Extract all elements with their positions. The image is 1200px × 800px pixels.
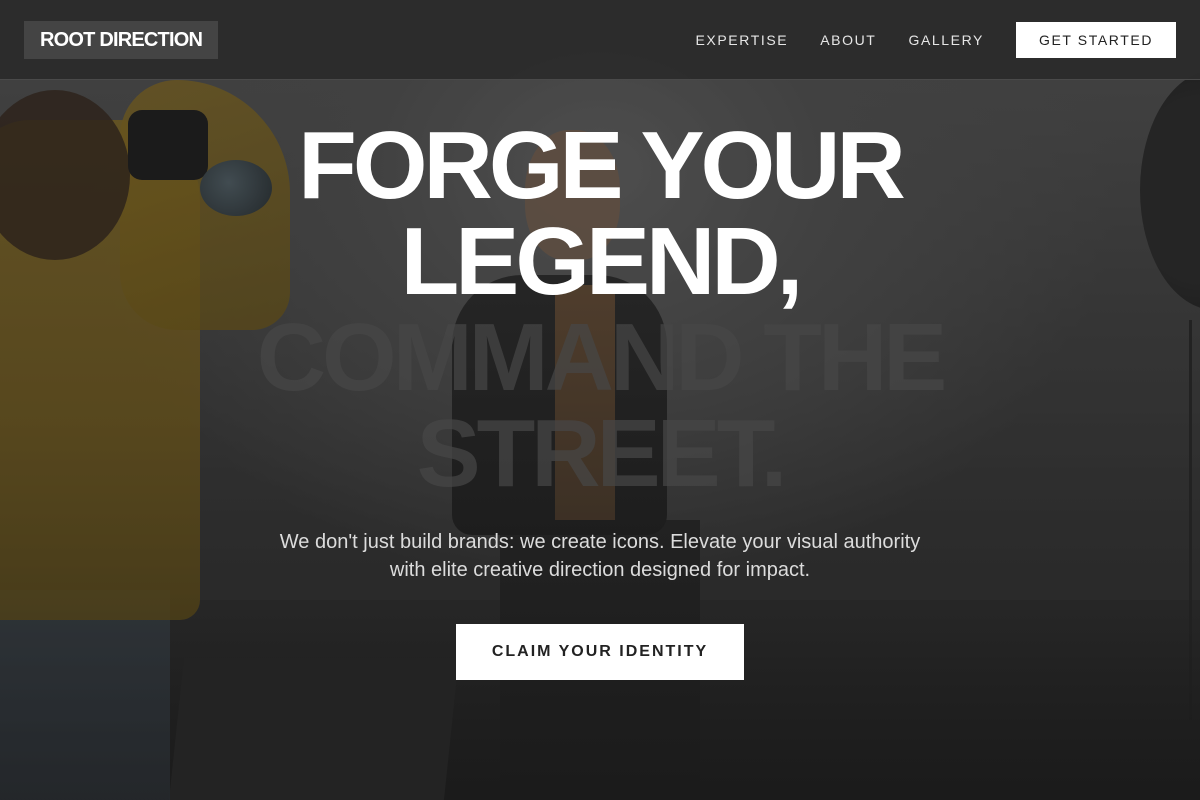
nav-menu: EXPERTISE ABOUT GALLERY GET STARTED	[695, 22, 1176, 58]
hero-subheadline: We don't just build brands: we create ic…	[279, 531, 921, 581]
top-navigation-bar: ROOT DIRECTION EXPERTISE ABOUT GALLERY G…	[0, 0, 1200, 80]
nav-link-gallery[interactable]: GALLERY	[908, 32, 984, 48]
nav-link-about[interactable]: ABOUT	[820, 32, 876, 48]
hero-headline: FORGE YOUR LEGEND, COMMAND THE STREET.	[0, 118, 1200, 502]
headline-line-2: LEGEND,	[400, 208, 804, 315]
headline-line-3: COMMAND THE	[256, 304, 948, 411]
landing-page: ROOT DIRECTION EXPERTISE ABOUT GALLERY G…	[0, 0, 1200, 800]
get-started-button[interactable]: GET STARTED	[1016, 22, 1176, 58]
claim-your-identity-button[interactable]: CLAIM YOUR IDENTITY	[456, 624, 744, 680]
brand-logo[interactable]: ROOT DIRECTION	[24, 21, 219, 59]
nav-link-expertise[interactable]: EXPERTISE	[695, 32, 788, 48]
headline-line-4: STREET.	[416, 400, 788, 507]
headline-line-1: FORGE YOUR	[298, 112, 906, 219]
